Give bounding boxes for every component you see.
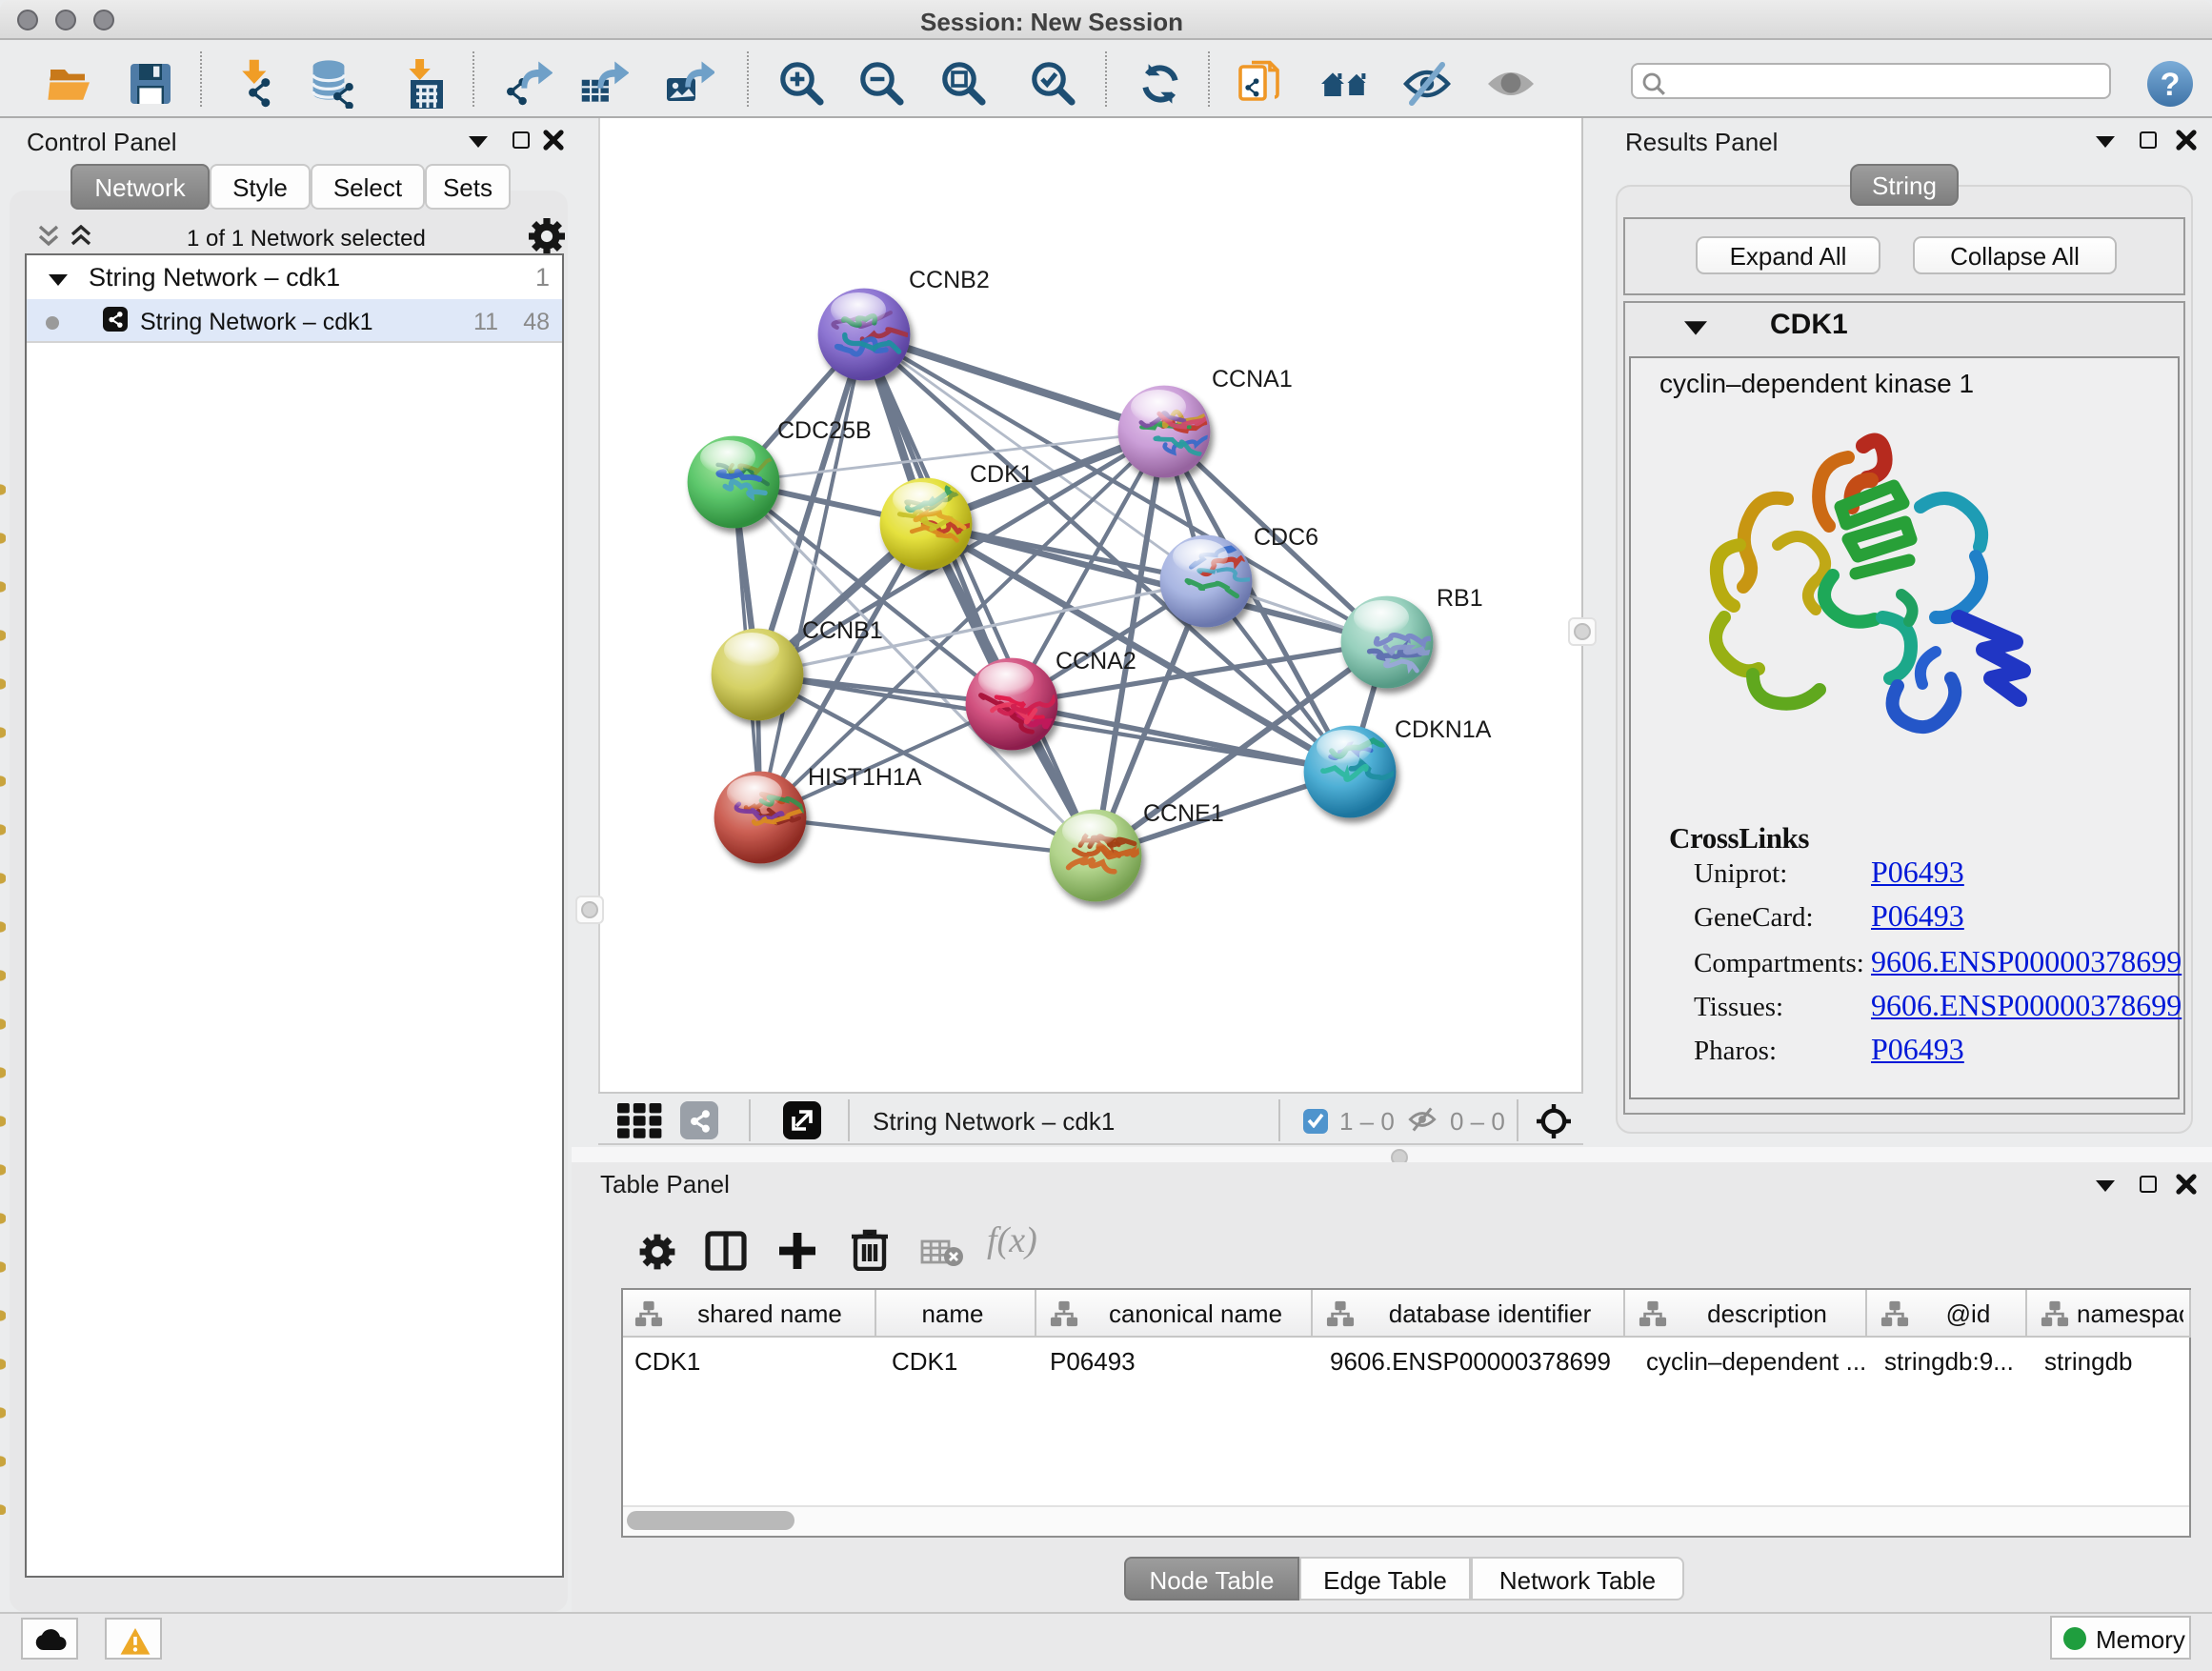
svg-text:CDK1: CDK1 [970,461,1034,488]
svg-text:HIST1H1A: HIST1H1A [808,764,922,791]
svg-text:RB1: RB1 [1437,585,1483,612]
svg-text:CCNB1: CCNB1 [802,617,883,644]
svg-text:CDC25B: CDC25B [777,417,872,444]
svg-text:CCNE1: CCNE1 [1143,800,1224,827]
svg-text:CCNB2: CCNB2 [909,267,990,293]
svg-text:CDKN1A: CDKN1A [1395,716,1492,743]
svg-text:CCNA2: CCNA2 [1056,648,1136,674]
svg-text:?: ? [2161,66,2181,102]
svg-text:CDC6: CDC6 [1254,524,1318,551]
svg-text:CCNA1: CCNA1 [1212,366,1293,393]
